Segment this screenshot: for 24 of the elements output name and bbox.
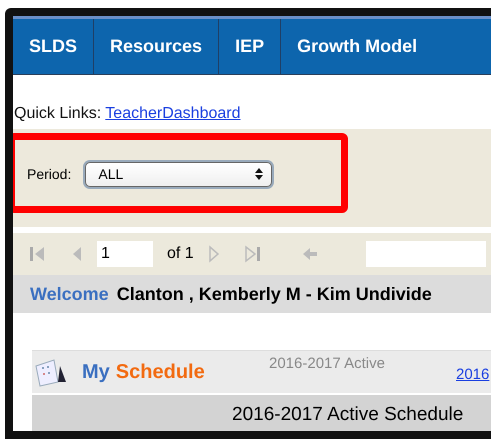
nav-tab[interactable]: Growth Model <box>281 19 440 74</box>
dashboard-link[interactable]: TeacherDashboard <box>105 105 240 122</box>
schedule-row-title: 2016-2017 Active Schedule <box>232 404 464 426</box>
page-count: of 1 <box>167 245 194 263</box>
quick-links-label: Quick Links: <box>14 105 102 122</box>
nav-tab[interactable]: Resources <box>94 19 220 74</box>
user-name: Clanton , Kemberly M - Kim Undivide <box>116 284 432 304</box>
page-field[interactable]: 1 <box>97 241 153 267</box>
nav-tab[interactable]: IEP <box>219 19 282 74</box>
schedule-title: My <box>82 360 110 384</box>
previous-page-icon[interactable] <box>71 245 83 263</box>
schedule-link[interactable]: 2016 <box>456 366 490 383</box>
updown-icon <box>255 168 264 180</box>
schedule-subtitle: 2016-2017 Active <box>269 355 385 372</box>
find-field[interactable] <box>366 241 486 267</box>
next-page-icon[interactable] <box>208 245 220 263</box>
period-label: Period: <box>27 166 72 182</box>
schedule-title: Schedule <box>116 360 205 384</box>
back-arrow-icon[interactable] <box>302 246 318 262</box>
nav-tab[interactable]: SLDS <box>13 19 94 74</box>
last-page-icon[interactable] <box>244 245 262 263</box>
period-select[interactable]: ALL <box>85 162 272 186</box>
first-page-icon[interactable] <box>29 245 47 263</box>
welcome-label: Welcome <box>30 284 109 304</box>
